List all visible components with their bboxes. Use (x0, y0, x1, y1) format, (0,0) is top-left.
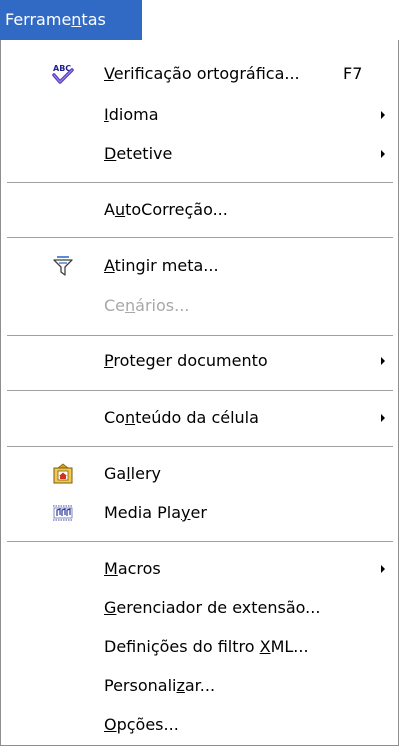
menu-separator (7, 390, 393, 391)
submenu-arrow-icon (381, 357, 385, 365)
tools-menu-panel: ABC Verificação ortográfica... F7 Idioma… (0, 40, 399, 746)
menu-item-cell-contents[interactable]: Conteúdo da célula (2, 400, 398, 436)
submenu-arrow-icon (381, 111, 385, 119)
menu-separator (7, 237, 393, 238)
menu-item-scenarios[interactable]: Cenários... (2, 288, 398, 324)
media-player-icon (51, 502, 75, 524)
menu-title-pre: Ferrame (5, 10, 72, 29)
menu-item-label: Detetive (104, 144, 173, 163)
menu-item-label: Atingir meta... (104, 256, 219, 275)
menu-item-label: Macros (104, 559, 161, 578)
menu-item-media-player[interactable]: Media Player (2, 495, 398, 531)
menu-item-language[interactable]: Idioma (2, 97, 398, 133)
menu-item-label: Proteger documento (104, 351, 268, 370)
menu-item-label: Opções... (104, 715, 179, 734)
menu-item-options[interactable]: Opções... (2, 707, 398, 743)
menu-item-label: Gallery (104, 464, 161, 483)
menu-item-xml-filter-settings[interactable]: Definições do filtro XML... (2, 629, 398, 665)
menu-item-macros[interactable]: Macros (2, 551, 398, 587)
submenu-arrow-icon (381, 414, 385, 422)
menu-item-extension-manager[interactable]: Gerenciador de extensão... (2, 590, 398, 626)
menu-item-customize[interactable]: Personalizar... (2, 668, 398, 704)
submenu-arrow-icon (381, 150, 385, 158)
menu-separator (7, 446, 393, 447)
submenu-arrow-icon (381, 565, 385, 573)
menu-separator (7, 182, 393, 183)
menu-item-label: Verificação ortográfica... (104, 64, 300, 83)
menu-item-spelling[interactable]: ABC Verificação ortográfica... F7 (2, 56, 398, 92)
gallery-icon (51, 463, 75, 485)
spellcheck-abc-icon: ABC (51, 63, 75, 85)
menu-item-goal-seek[interactable]: Atingir meta... (2, 248, 398, 284)
menu-item-label: Conteúdo da célula (104, 408, 259, 427)
menu-title-mnemonic: n (71, 10, 82, 29)
menu-item-label: AutoCorreção... (104, 200, 228, 219)
menu-item-label: Media Player (104, 503, 207, 522)
menu-item-label: Cenários... (104, 296, 190, 315)
menu-separator (7, 335, 393, 336)
goal-seek-funnel-icon (51, 255, 75, 277)
menu-title-ferramentas[interactable]: Ferramentas (0, 0, 142, 40)
menu-item-protect-document[interactable]: Proteger documento (2, 343, 398, 379)
shortcut-text: F7 (343, 64, 363, 83)
menu-item-label: Gerenciador de extensão... (104, 598, 321, 617)
menu-separator (7, 541, 393, 542)
menu-item-label: Personalizar... (104, 676, 216, 695)
menu-item-label: Definições do filtro XML... (104, 637, 309, 656)
menu-item-detective[interactable]: Detetive (2, 136, 398, 172)
menu-title-post: tas (81, 10, 106, 29)
menu-item-label: Idioma (104, 105, 159, 124)
menu-item-autocorrect[interactable]: AutoCorreção... (2, 192, 398, 228)
menu-item-gallery[interactable]: Gallery (2, 456, 398, 492)
